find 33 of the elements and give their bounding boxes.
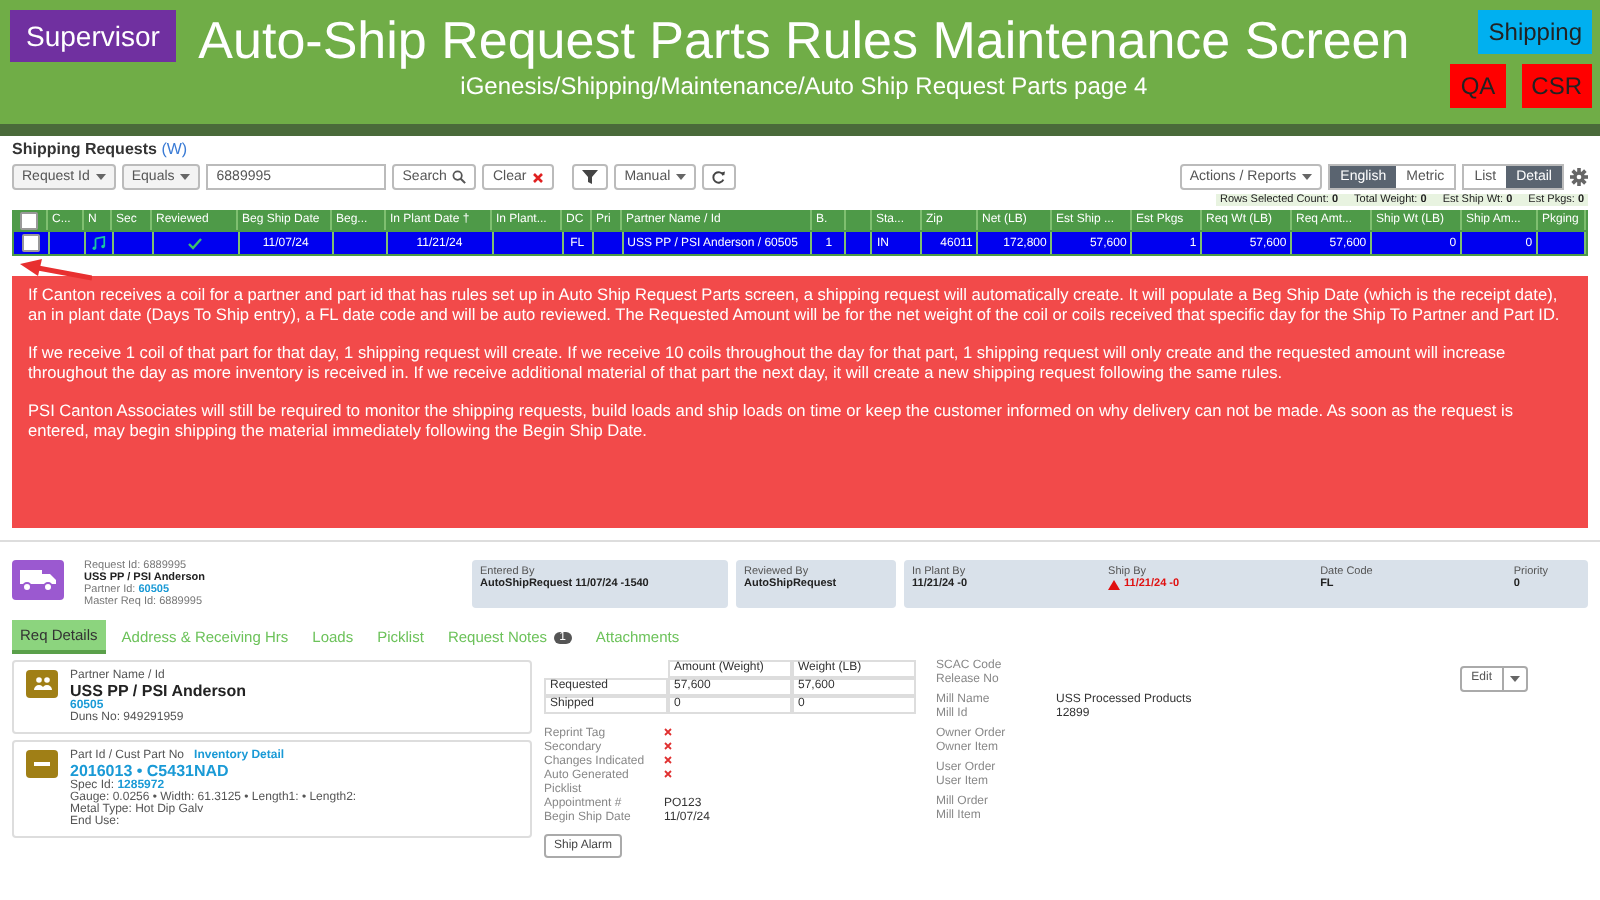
role-badge: Supervisor (10, 10, 176, 62)
filter-icon (582, 170, 599, 184)
close-icon (532, 171, 545, 183)
module-badge[interactable]: Shipping (1478, 10, 1592, 54)
note-paragraph: PSI Canton Associates will still be required to monitor the shipping requests, build loads and ship loads on time or keep the customer informed on why delivery can not be made. As soon as the request is entered, may begin shipping the material immediately following the Begin Ship Date. (28, 400, 1516, 440)
caret-icon (676, 174, 687, 180)
part-number-link[interactable]: 2016013 • C5431NAD (70, 762, 357, 780)
search-icon (452, 170, 467, 184)
refresh-button[interactable] (702, 164, 737, 190)
note-paragraph: If Canton receives a coil for a partner and part id that has rules set up in Auto Ship Request Parts screen, a shipping request will automatically create. It will populate a Beg Ship Date (which is the receipt date), an in plant date (Days To Ship entry), a FL date code and will be auto reviewed. The Requested Amount will be for the net weight of the coil or coils received that specific day for the Ship To Partner and Part ID. (28, 284, 1562, 324)
module-badge[interactable]: QA (1450, 64, 1506, 108)
note-paragraph: If we receive 1 coil of that part for that day, 1 shipping request will create. If we receive 10 coils throughout the day for that part, 1 shipping request will only create and the requested amount will increase throughout the day as more inventory is received in. If we receive additional material of that part the next day, it will create a new shipping request following the same rules. (28, 342, 1508, 382)
pointer-arrow (20, 256, 92, 284)
note-icon (91, 236, 106, 250)
minus-icon (34, 762, 50, 766)
page-title: Auto-Ship Request Parts Rules Maintenance Screen (198, 8, 1410, 72)
breadcrumb: iGenesis/Shipping/Maintenance/Auto Ship Request Parts page 4 (460, 72, 1148, 100)
caret-icon (180, 174, 191, 180)
warning-icon (1108, 579, 1121, 589)
refresh-icon (712, 170, 727, 184)
row-checkbox[interactable] (21, 234, 40, 252)
caret-icon (95, 174, 106, 180)
select-all-checkbox[interactable] (20, 211, 38, 229)
section-title: Shipping Requests (12, 140, 157, 158)
section-link[interactable]: (W) (161, 140, 188, 158)
caret-icon (1510, 676, 1520, 682)
module-badge[interactable]: CSR (1521, 64, 1592, 108)
truck-icon (20, 568, 56, 592)
settings-icon[interactable] (1570, 168, 1588, 186)
people-icon (33, 676, 51, 692)
partner-name: USS PP / PSI Anderson (70, 682, 247, 700)
caret-icon (1302, 174, 1313, 180)
filter-button[interactable] (572, 164, 609, 190)
